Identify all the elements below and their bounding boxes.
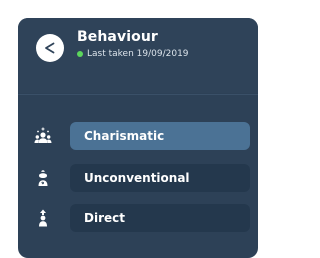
trait-button[interactable]: Direct [70, 204, 250, 232]
behaviour-card: Behaviour Last taken 19/09/2019 Charisma… [18, 18, 258, 258]
trait-item-unconventional[interactable]: Unconventional [18, 164, 258, 192]
people-spark-icon [33, 126, 53, 146]
back-arrow-icon [45, 42, 55, 54]
page-title: Behaviour [77, 29, 158, 45]
person-arrow-icon [33, 208, 53, 228]
person-swirl-icon [33, 168, 53, 188]
last-taken-status: Last taken 19/09/2019 [77, 49, 189, 59]
card-header: Behaviour Last taken 19/09/2019 [18, 18, 258, 93]
trait-item-charismatic[interactable]: Charismatic [18, 122, 258, 150]
trait-button[interactable]: Unconventional [70, 164, 250, 192]
status-dot-icon [77, 51, 83, 57]
last-taken-label: Last taken 19/09/2019 [87, 49, 189, 59]
back-button[interactable] [36, 34, 64, 62]
header-divider [18, 94, 258, 95]
trait-button[interactable]: Charismatic [70, 122, 250, 150]
trait-item-direct[interactable]: Direct [18, 204, 258, 232]
